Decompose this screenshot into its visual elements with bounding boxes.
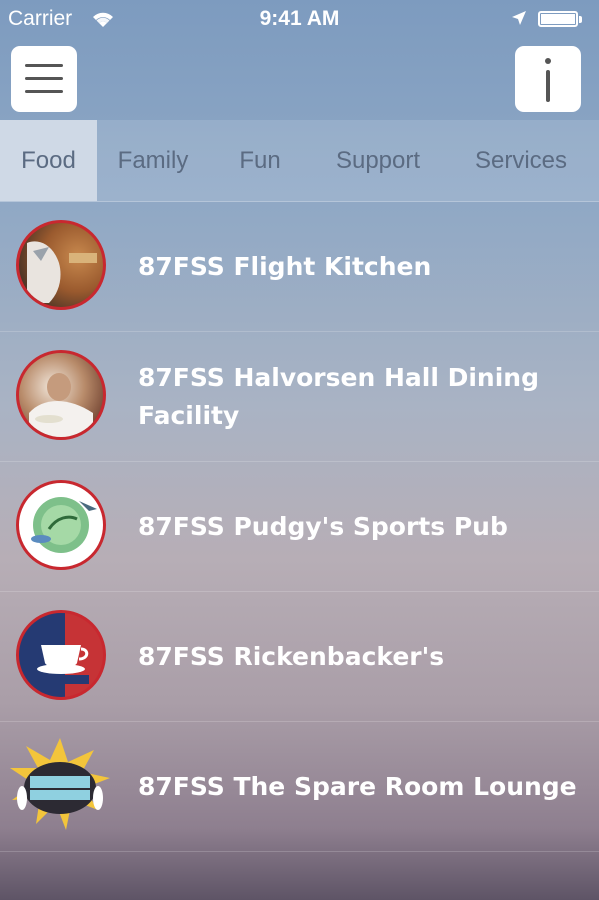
app-header	[0, 38, 599, 120]
spare-room-logo	[6, 736, 114, 836]
sports-pub-logo	[16, 480, 106, 570]
rickenbackers-logo	[16, 610, 106, 700]
list-item-label: 87FSS Rickenbacker's	[138, 642, 445, 671]
category-tabs: Food Family Fun Support Services	[0, 120, 599, 202]
list-item-label: 87FSS Pudgy's Sports Pub	[138, 512, 508, 541]
battery-tip	[579, 16, 582, 23]
list-item[interactable]: 87FSS Flight Kitchen	[0, 202, 599, 332]
location-arrow-icon	[512, 11, 526, 25]
list-item[interactable]: 87FSS Pudgy's Sports Pub	[0, 462, 599, 592]
list-item[interactable]: 87FSS Rickenbacker's	[0, 592, 599, 722]
hamburger-menu-icon[interactable]	[11, 46, 77, 112]
dining-facility-photo	[16, 350, 106, 440]
list-item[interactable]: 87FSS The Spare Room Lounge	[0, 722, 599, 852]
flight-kitchen-logo	[16, 220, 106, 310]
tab-fun[interactable]: Fun	[222, 120, 298, 201]
list-item-label: 87FSS Halvorsen Hall Dining Facility	[138, 363, 539, 430]
list-item-label: 87FSS Flight Kitchen	[138, 252, 432, 281]
status-bar: Carrier 9:41 AM	[0, 0, 599, 38]
tab-family[interactable]: Family	[103, 120, 203, 201]
tab-support[interactable]: Support	[322, 120, 434, 201]
info-icon[interactable]	[515, 46, 581, 112]
tab-services[interactable]: Services	[460, 120, 582, 201]
list-item-label: 87FSS The Spare Room Lounge	[138, 772, 577, 801]
battery-icon	[538, 11, 578, 27]
tab-food[interactable]: Food	[0, 120, 97, 201]
list-item[interactable]: 87FSS Halvorsen Hall Dining Facility	[0, 332, 599, 462]
